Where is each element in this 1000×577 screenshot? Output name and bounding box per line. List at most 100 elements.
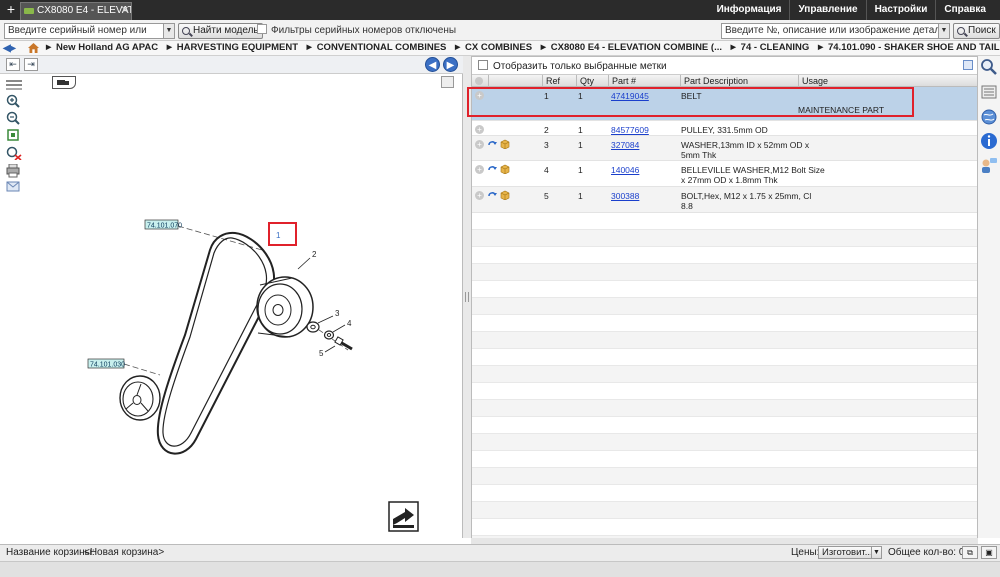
- callout-4[interactable]: 4: [347, 319, 352, 328]
- filter-label: Фильтры серийных номеров отключены: [271, 25, 457, 36]
- new-tab-button[interactable]: +: [4, 1, 18, 17]
- row-ref: 3: [544, 140, 549, 150]
- breadcrumb: ◀▸ ► New Holland AG APAC ► HARVESTING EQ…: [0, 41, 1000, 56]
- search-icon: [957, 27, 965, 35]
- ref-label-2[interactable]: 74.101.030: [90, 362, 125, 369]
- expand-all-icon[interactable]: [472, 75, 488, 87]
- ref-label-1[interactable]: 74.101.070: [147, 223, 182, 230]
- column-usage[interactable]: Usage: [798, 75, 977, 87]
- column-part-description[interactable]: Part Description: [680, 75, 798, 87]
- supersession-icon[interactable]: [487, 164, 497, 174]
- table-row[interactable]: + 3 1 327084 WASHER,13mm ID x 52mm OD x …: [472, 136, 977, 161]
- support-chat-icon[interactable]: [980, 156, 998, 174]
- table-row[interactable]: + 4 1 140046 BELLEVILLE WASHER,M12 Bolt …: [472, 161, 977, 187]
- open-cart-button[interactable]: ▣: [981, 546, 997, 559]
- cart-name-value[interactable]: <Новая корзина>: [84, 545, 164, 561]
- row-ref: 2: [544, 125, 549, 135]
- crumb-conventional[interactable]: ► CONVENTIONAL COMBINES: [305, 42, 447, 53]
- crumb-cx-combines[interactable]: ► CX COMBINES: [453, 42, 532, 53]
- callout-2[interactable]: 2: [312, 250, 317, 259]
- exploded-parts-diagram: 2 3 4 5 74.101.070 74.101.030 1: [87, 219, 419, 532]
- table-row[interactable]: + 2 1 84577609 PULLEY, 331.5mm OD: [472, 121, 977, 136]
- kit-box-icon[interactable]: [500, 164, 510, 174]
- search-icon[interactable]: [980, 58, 998, 76]
- supersession-icon[interactable]: [487, 190, 497, 200]
- crumb-cleaning[interactable]: ► 74 - CLEANING: [729, 42, 810, 53]
- parts-table-body: + 1 1 47419045 BELT MAINTENANCE PART + 2…: [472, 87, 977, 553]
- serial-model-input[interactable]: Введите серийный номер или модель ▼: [4, 23, 175, 50]
- prices-select[interactable]: Изготовит... ▼: [818, 546, 882, 559]
- empty-row: [472, 400, 977, 417]
- row-part-link[interactable]: 84577609: [611, 125, 649, 136]
- row-description-line2: x 27mm OD x 1.8mm Thk: [681, 175, 778, 185]
- crumb-harvesting[interactable]: ► HARVESTING EQUIPMENT: [165, 42, 298, 53]
- part-search-input[interactable]: Введите №, описание или изображение дета…: [721, 23, 950, 39]
- empty-row: [472, 485, 977, 502]
- chevron-down-icon[interactable]: ▼: [871, 547, 881, 558]
- previous-diagram-button[interactable]: ◀: [425, 57, 440, 72]
- chevron-down-icon[interactable]: ▼: [938, 24, 949, 38]
- expand-row-icon[interactable]: +: [475, 140, 484, 149]
- globe-icon[interactable]: [980, 108, 998, 126]
- back-arrow-icon[interactable]: ◀▸: [3, 42, 16, 55]
- panel-splitter[interactable]: [463, 56, 471, 538]
- expand-row-icon[interactable]: +: [475, 191, 484, 200]
- pulley-small: [119, 375, 161, 421]
- return-arrow-icon[interactable]: [388, 501, 419, 532]
- selected-row-highlight: [467, 87, 914, 117]
- tab-close-button[interactable]: ✕: [121, 3, 129, 19]
- column-part-number[interactable]: Part #: [608, 75, 680, 87]
- info-icon[interactable]: [980, 132, 998, 150]
- column-qty[interactable]: Qty: [576, 75, 608, 87]
- kit-box-icon[interactable]: [500, 190, 510, 200]
- callout-1-highlight[interactable]: [268, 222, 297, 246]
- only-selected-checkbox[interactable]: [478, 60, 488, 70]
- find-model-button[interactable]: Найти модель: [178, 23, 263, 39]
- parts-list-panel: Отобразить только выбранные метки Ref Qt…: [467, 56, 978, 553]
- expand-row-icon[interactable]: +: [475, 125, 484, 134]
- row-part-link[interactable]: 140046: [611, 165, 639, 176]
- crumb-shaker-shoe[interactable]: ► 74.101.090 - SHAKER SHOE AND TAILINGS …: [816, 42, 1000, 53]
- next-diagram-button[interactable]: ▶: [443, 57, 458, 72]
- menu-management[interactable]: Управление: [789, 0, 865, 20]
- top-menu: Информация Управление Настройки Справка: [709, 0, 994, 20]
- supersession-icon[interactable]: [487, 139, 497, 149]
- menu-settings[interactable]: Настройки: [865, 0, 936, 20]
- callout-3[interactable]: 3: [335, 309, 340, 318]
- row-part-link[interactable]: 327084: [611, 140, 639, 151]
- splitter-grip-icon[interactable]: [465, 292, 469, 302]
- row-part-link[interactable]: 300388: [611, 191, 639, 202]
- chevron-down-icon[interactable]: ▼: [163, 24, 174, 38]
- top-bar: + CX8080 E4 - ELEVAT... ✕ Информация Упр…: [0, 0, 1000, 20]
- total-quantity: Общее кол-во: 0: [888, 547, 965, 558]
- home-icon[interactable]: [28, 43, 39, 53]
- empty-row: [472, 298, 977, 315]
- row-ref: 5: [544, 191, 549, 201]
- next-page-icon[interactable]: ⇥: [24, 58, 38, 71]
- parts-list-icon[interactable]: [980, 83, 998, 101]
- callout-5[interactable]: 5: [319, 349, 324, 358]
- panel-options-icon[interactable]: [963, 60, 973, 70]
- cart-name-label: Название корзины:: [6, 547, 95, 558]
- filter-checkbox[interactable]: [257, 24, 267, 34]
- only-selected-toggle[interactable]: Отобразить только выбранные метки: [478, 60, 667, 72]
- menu-help[interactable]: Справка: [935, 0, 994, 20]
- copy-cart-button[interactable]: ⧉: [962, 546, 978, 559]
- kit-box-icon[interactable]: [500, 139, 510, 149]
- serial-filter-toggle[interactable]: Фильтры серийных номеров отключены: [257, 24, 456, 36]
- prev-page-icon[interactable]: ⇤: [6, 58, 20, 71]
- document-tab[interactable]: CX8080 E4 - ELEVAT... ✕: [20, 2, 132, 20]
- crumb-brand[interactable]: ► New Holland AG APAC: [44, 42, 158, 53]
- expand-row-icon[interactable]: +: [475, 165, 484, 174]
- search-button[interactable]: Поиск: [953, 23, 1000, 39]
- search-icon: [182, 27, 190, 35]
- column-ref[interactable]: Ref: [542, 75, 576, 87]
- empty-row: [472, 349, 977, 366]
- row-qty: 1: [578, 125, 583, 135]
- menu-info[interactable]: Информация: [709, 0, 790, 20]
- cart-bar: Название корзины: <Новая корзина> Цены: …: [0, 544, 1000, 561]
- crumb-model[interactable]: ► CX8080 E4 - ELEVATION COMBINE (...: [539, 42, 722, 53]
- status-bar: [0, 561, 1000, 577]
- empty-row: [472, 281, 977, 298]
- table-row[interactable]: + 5 1 300388 BOLT,Hex, M12 x 1.75 x 25mm…: [472, 187, 977, 213]
